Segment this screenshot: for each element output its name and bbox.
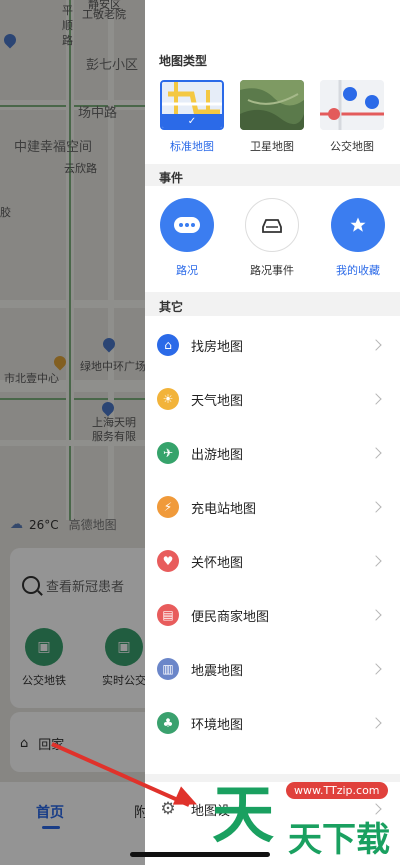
standard-map-thumbnail: ✓ <box>160 80 224 130</box>
travel-icon: ✈ <box>157 442 179 464</box>
event-label: 我的收藏 <box>336 264 380 277</box>
list-item-label: 找房地图 <box>191 339 244 355</box>
event-label: 路况事件 <box>250 264 294 277</box>
section-title-map-type: 地图类型 <box>159 54 208 68</box>
list-item-earthquake-map[interactable]: ▥ 地震地图 <box>145 642 400 696</box>
list-item-label: 关怀地图 <box>191 555 244 571</box>
list-item-merchant-map[interactable]: ▤ 便民商家地图 <box>145 588 400 642</box>
list-item-charging-map[interactable]: ⚡ 充电站地图 <box>145 480 400 534</box>
heart-icon: ♥ <box>157 550 179 572</box>
watermark-big-char: 天 <box>212 778 275 851</box>
event-label: 路况 <box>176 264 198 277</box>
map-type-standard[interactable]: ✓ 标准地图 <box>160 80 224 154</box>
chevron-right-icon <box>370 501 382 513</box>
list-item-label: 出游地图 <box>191 447 244 463</box>
car-graphic <box>262 219 282 233</box>
selected-check-icon: ✓ <box>162 114 222 128</box>
chevron-right-icon <box>370 717 382 729</box>
star-graphic <box>350 217 366 232</box>
map-type-satellite[interactable]: 卫星地图 <box>240 80 304 154</box>
chevron-right-icon <box>370 609 382 621</box>
watermark-url: www.TTzip.com <box>286 782 388 799</box>
list-item-environment-map[interactable]: ♣ 环境地图 <box>145 696 400 750</box>
star-icon <box>331 198 385 252</box>
list-item-weather-map[interactable]: ☀ 天气地图 <box>145 372 400 426</box>
list-item-label: 充电站地图 <box>191 501 257 517</box>
earthquake-icon: ▥ <box>157 658 179 680</box>
event-favorites[interactable]: 我的收藏 <box>328 198 388 278</box>
transit-map-thumbnail <box>320 80 384 130</box>
list-item-label: 天气地图 <box>191 393 244 409</box>
chevron-right-icon <box>370 555 382 567</box>
list-item-label: 环境地图 <box>191 717 244 733</box>
section-title-events: 事件 <box>159 171 184 185</box>
satellite-map-thumbnail <box>240 80 304 130</box>
event-traffic[interactable]: 路况 <box>157 198 217 278</box>
event-traffic-incident[interactable]: 路况事件 <box>242 198 302 278</box>
map-type-transit[interactable]: 公交地图 <box>320 80 384 154</box>
weather-icon: ☀ <box>157 388 179 410</box>
list-item-house-map[interactable]: ⌂ 找房地图 <box>145 318 400 372</box>
list-item-care-map[interactable]: ♥ 关怀地图 <box>145 534 400 588</box>
traffic-icon <box>160 198 214 252</box>
satellite-map-graphic <box>240 80 304 130</box>
map-layers-panel: 地图类型 ✓ 标准地图 卫星地图 公交地图 事件 路况 路况事件 我的收藏 其它… <box>145 0 400 865</box>
map-type-label: 公交地图 <box>330 140 374 153</box>
section-separator <box>145 164 400 186</box>
watermark-text: 天下载 <box>288 820 390 860</box>
list-item-label: 便民商家地图 <box>191 609 270 625</box>
map-type-label: 标准地图 <box>170 140 214 153</box>
chevron-right-icon <box>370 447 382 459</box>
chevron-right-icon <box>370 393 382 405</box>
home-indicator[interactable] <box>130 852 270 857</box>
list-item-travel-map[interactable]: ✈ 出游地图 <box>145 426 400 480</box>
chevron-right-icon <box>370 339 382 351</box>
charging-icon: ⚡ <box>157 496 179 518</box>
shop-icon: ▤ <box>157 604 179 626</box>
car-incident-icon <box>245 198 299 252</box>
map-type-label: 卫星地图 <box>250 140 294 153</box>
traffic-dots-graphic <box>174 217 200 233</box>
section-title-other: 其它 <box>159 300 184 314</box>
chevron-right-icon <box>370 663 382 675</box>
section-separator <box>145 292 400 316</box>
tree-icon: ♣ <box>157 712 179 734</box>
transit-map-graphic <box>320 80 384 130</box>
list-item-label: 地震地图 <box>191 663 244 679</box>
house-pin-icon: ⌂ <box>157 334 179 356</box>
